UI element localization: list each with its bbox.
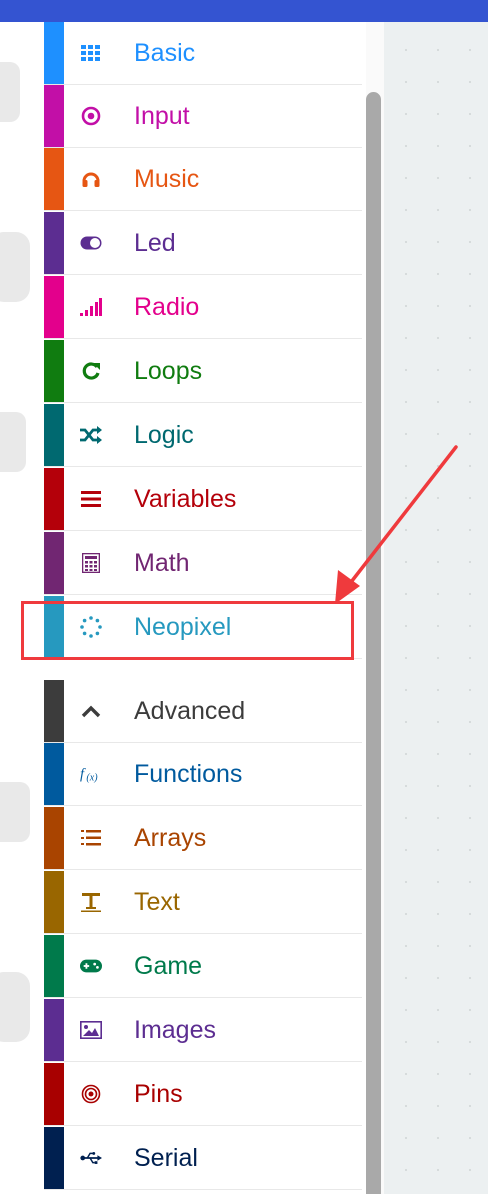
- annotation-arrow: [335, 445, 458, 604]
